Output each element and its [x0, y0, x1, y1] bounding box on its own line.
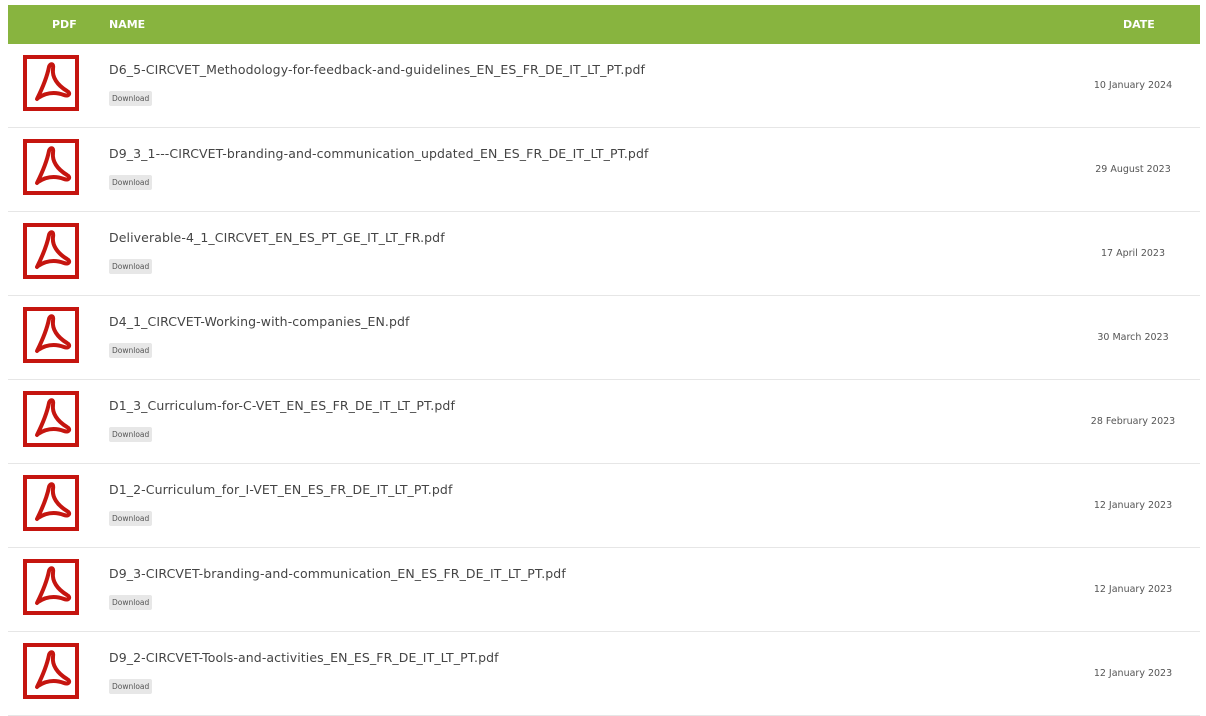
download-button[interactable]: Download	[109, 595, 153, 610]
pdf-column-header: PDF	[52, 18, 77, 31]
table-row: D1_2-Curriculum_for_I-VET_EN_ES_FR_DE_IT…	[8, 464, 1200, 548]
file-date: 28 February 2023	[1090, 416, 1176, 427]
table-row: D6_5-CIRCVET_Methodology-for-feedback-an…	[8, 44, 1200, 128]
file-name-link[interactable]: D9_3_1---CIRCVET-branding-and-communicat…	[109, 146, 648, 161]
table-row: D9_3-CIRCVET-branding-and-communication_…	[8, 548, 1200, 632]
table-row: Deliverable-4_1_CIRCVET_EN_ES_PT_GE_IT_L…	[8, 212, 1200, 296]
table-header: PDF NAME DATE	[8, 5, 1200, 44]
pdf-icon[interactable]	[23, 391, 79, 447]
pdf-icon[interactable]	[23, 559, 79, 615]
pdf-icon[interactable]	[23, 223, 79, 279]
file-date: 29 August 2023	[1095, 164, 1171, 175]
file-name-link[interactable]: D6_5-CIRCVET_Methodology-for-feedback-an…	[109, 62, 645, 77]
file-date: 17 April 2023	[1100, 248, 1166, 259]
download-button[interactable]: Download	[109, 175, 153, 190]
table-row: D4_1_CIRCVET-Working-with-companies_EN.p…	[8, 296, 1200, 380]
table-row: D9_2-CIRCVET-Tools-and-activities_EN_ES_…	[8, 632, 1200, 716]
name-column-header: NAME	[109, 18, 146, 31]
download-button[interactable]: Download	[109, 91, 153, 106]
table-row: D1_3_Curriculum-for-C-VET_EN_ES_FR_DE_IT…	[8, 380, 1200, 464]
table-row: D9_3_1---CIRCVET-branding-and-communicat…	[8, 128, 1200, 212]
table-body: D6_5-CIRCVET_Methodology-for-feedback-an…	[8, 44, 1200, 716]
file-name-link[interactable]: D1_2-Curriculum_for_I-VET_EN_ES_FR_DE_IT…	[109, 482, 452, 497]
file-date: 12 January 2023	[1093, 668, 1173, 679]
pdf-icon[interactable]	[23, 307, 79, 363]
file-date: 12 January 2023	[1093, 584, 1173, 595]
download-button[interactable]: Download	[109, 679, 153, 694]
pdf-icon[interactable]	[23, 55, 79, 111]
date-column-header: DATE	[1123, 18, 1155, 31]
file-name-link[interactable]: D1_3_Curriculum-for-C-VET_EN_ES_FR_DE_IT…	[109, 398, 455, 413]
file-name-link[interactable]: D9_2-CIRCVET-Tools-and-activities_EN_ES_…	[109, 650, 499, 665]
pdf-icon[interactable]	[23, 475, 79, 531]
download-button[interactable]: Download	[109, 427, 153, 442]
pdf-icon[interactable]	[23, 643, 79, 699]
file-date: 10 January 2024	[1093, 80, 1173, 91]
download-button[interactable]: Download	[109, 343, 153, 358]
file-name-link[interactable]: D9_3-CIRCVET-branding-and-communication_…	[109, 566, 566, 581]
file-name-link[interactable]: Deliverable-4_1_CIRCVET_EN_ES_PT_GE_IT_L…	[109, 230, 445, 245]
download-button[interactable]: Download	[109, 259, 153, 274]
pdf-icon[interactable]	[23, 139, 79, 195]
documents-table: PDF NAME DATE D6_5-CIRCVET_Methodology-f…	[8, 5, 1200, 716]
file-name-link[interactable]: D4_1_CIRCVET-Working-with-companies_EN.p…	[109, 314, 410, 329]
file-date: 12 January 2023	[1093, 500, 1173, 511]
download-button[interactable]: Download	[109, 511, 153, 526]
file-date: 30 March 2023	[1097, 332, 1169, 343]
